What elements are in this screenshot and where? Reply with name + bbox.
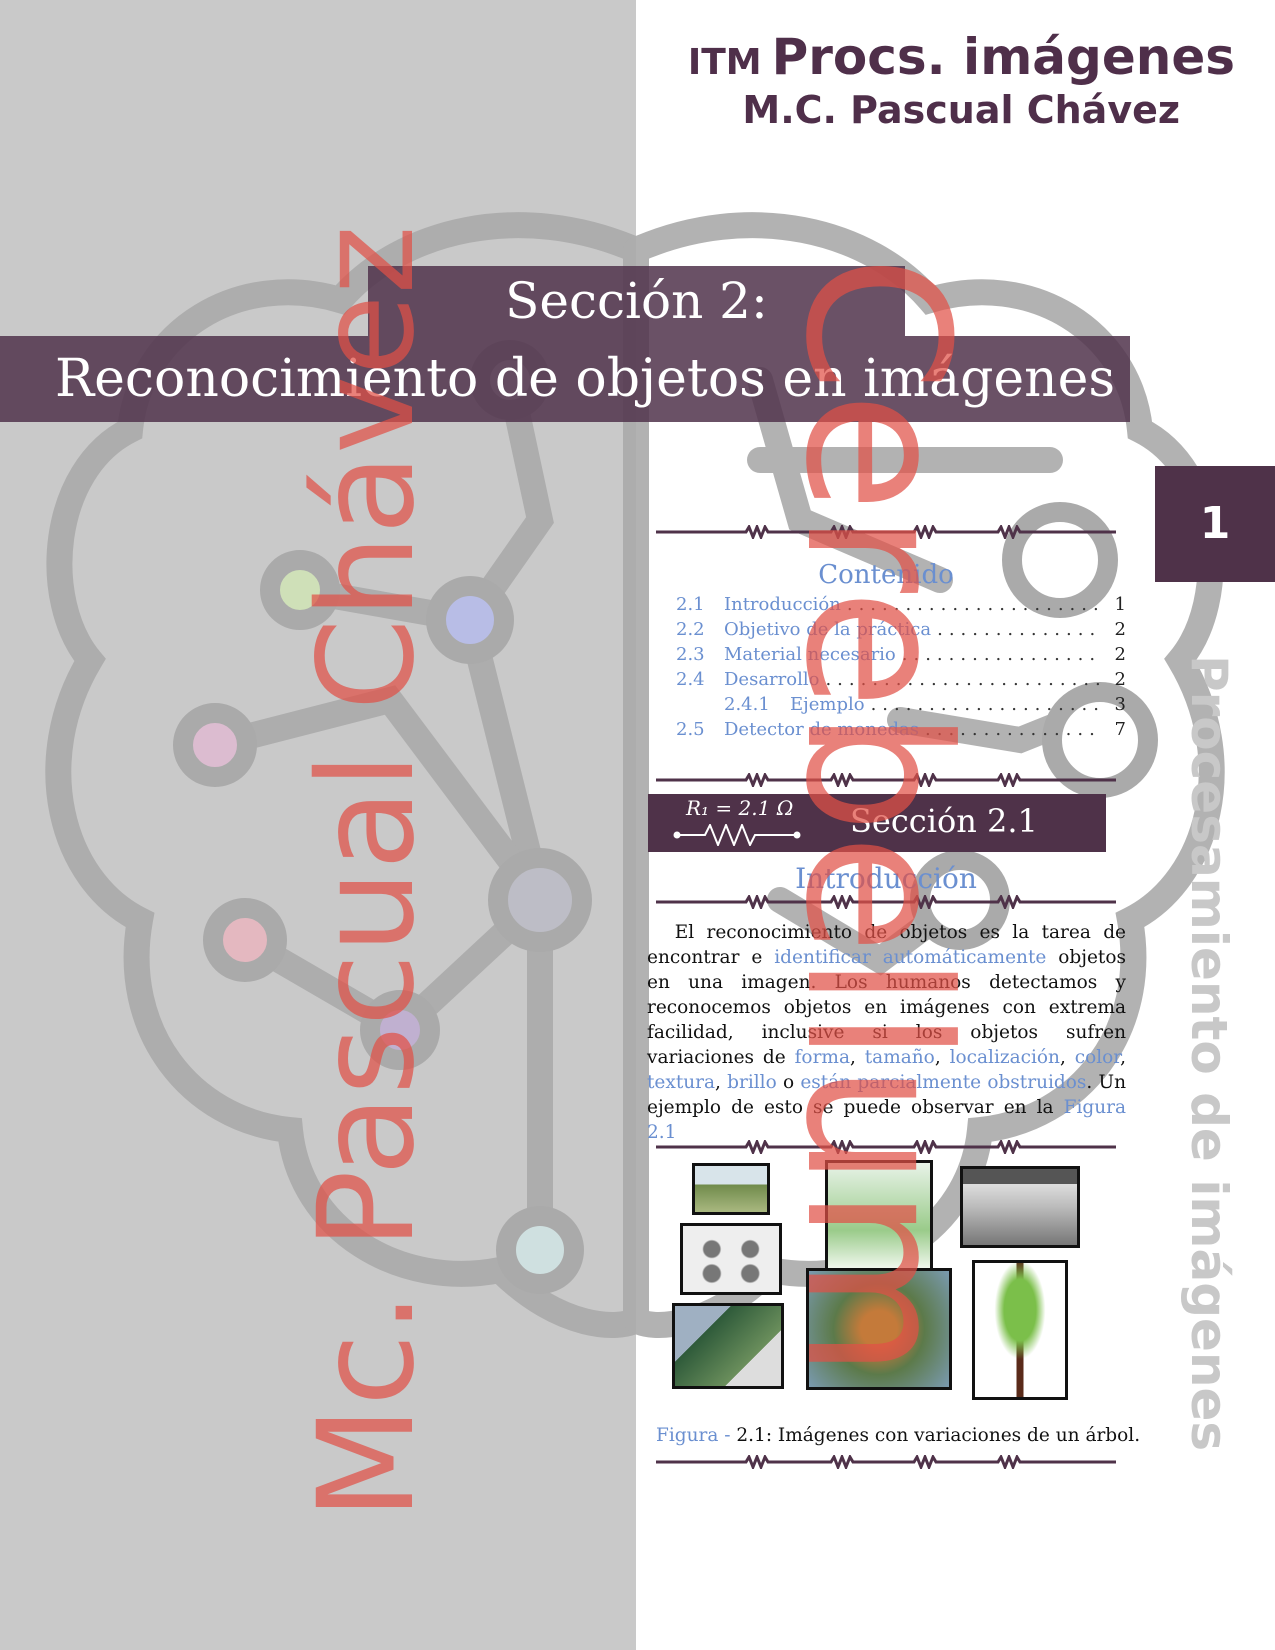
course-name: Procs. imágenes <box>771 28 1235 86</box>
figure-caption-text: 2.1: Imágenes con variaciones de un árbo… <box>730 1425 1141 1446</box>
toc-page: 3 <box>1114 694 1126 715</box>
toc-page: 1 <box>1114 594 1126 615</box>
toc-num: 2.4 <box>676 669 705 690</box>
toc-num: 2.1 <box>676 594 705 615</box>
figure-prefix: Figura - <box>656 1425 731 1446</box>
org-label: ITM <box>687 42 762 83</box>
text: , <box>1120 1047 1126 1068</box>
author-watermark: Mc. Pascual Chávez <box>290 225 444 1520</box>
page-number: 1 <box>1155 466 1275 582</box>
toc-num: 2.5 <box>676 719 705 740</box>
toc-page: 2 <box>1114 644 1126 665</box>
toc-page: 2 <box>1114 619 1126 640</box>
toc-page: 7 <box>1114 719 1126 740</box>
toc-page: 2 <box>1114 669 1126 690</box>
tree-photo <box>692 1163 770 1215</box>
course-header: ITM Procs. imágenes <box>688 28 1235 86</box>
toc-num: 2.2 <box>676 619 705 640</box>
text: , <box>715 1072 728 1093</box>
link[interactable]: textura <box>647 1072 715 1093</box>
link[interactable]: color <box>1075 1047 1120 1068</box>
cerebellum-watermark: Cerebellum <box>762 255 990 1379</box>
figure-caption: Figura - 2.1: Imágenes con variaciones d… <box>656 1425 1140 1446</box>
side-title: Procesamiento de imágenes <box>1180 655 1238 1452</box>
resistor-divider <box>656 1455 1116 1469</box>
text: , <box>1059 1047 1075 1068</box>
author-name: M.C. Pascual Chávez <box>742 88 1180 132</box>
toc-num: 2.3 <box>676 644 705 665</box>
